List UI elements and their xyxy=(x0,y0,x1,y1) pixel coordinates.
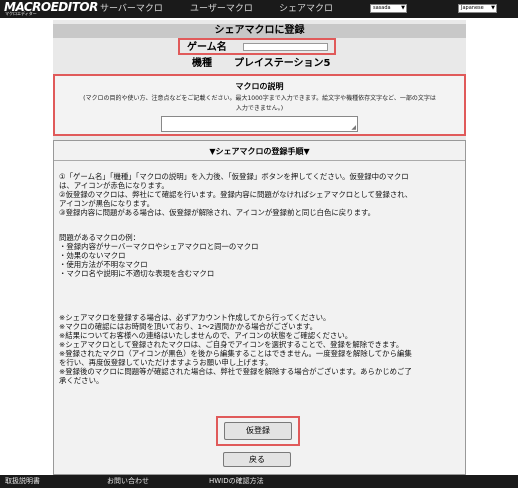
procedure-title: ▼シェアマクロの登録手順▼ xyxy=(209,147,310,156)
procedure-line: アイコンが黒色になります。 xyxy=(59,199,154,208)
procedure-line: ①「ゲーム名」「機種」「マクロの説明」を入力後、「仮登録」ボタンを押してください… xyxy=(59,172,409,181)
game-name-input[interactable] xyxy=(243,43,328,51)
nav-user-macro[interactable]: ユーザーマクロ xyxy=(190,4,253,14)
procedure-line: ※結果についてお客様への連絡はいたしませんので、アイコンの状態をご確認ください。 xyxy=(59,331,353,340)
divider xyxy=(54,160,465,161)
procedure-line: ※登録後のマクロに問題等が確認された場合は、弊社で登録を解除する場合がございます… xyxy=(59,367,412,376)
app-logo[interactable]: MACROEDITOR マクロエディター xyxy=(4,1,98,17)
procedure-line: ※マクロの確認にはお時間を頂いており、1〜2週間かかる場合がございます。 xyxy=(59,322,318,331)
procedure-line: ・効果のないマクロ xyxy=(59,251,126,260)
register-button-highlight: 仮登録 xyxy=(216,416,300,446)
language-select-value: Japanese xyxy=(461,5,484,11)
chevron-down-icon: ▼ xyxy=(491,5,495,11)
description-section: マクロの説明 (マクロの目的や使い方、注意点などをご記載ください。最大1000字… xyxy=(53,74,466,136)
top-nav-bar: MACROEDITOR マクロエディター サーバーマクロ ユーザーマクロ シェア… xyxy=(0,0,518,18)
procedure-line: を行い、再度仮登録していただけますようお願い申し上げます。 xyxy=(59,358,273,367)
procedure-line: は、アイコンが赤色になります。 xyxy=(59,181,169,190)
procedure-line: 承ください。 xyxy=(59,376,104,385)
procedure-line: ※登録されたマクロ（アイコンが黒色）を後から編集することはできません。一度登録を… xyxy=(59,349,412,358)
nav-server-macro[interactable]: サーバーマクロ xyxy=(100,4,163,14)
page-title: シェアマクロに登録 xyxy=(53,24,466,38)
description-title: マクロの説明 xyxy=(235,82,284,91)
procedure-line: ②仮登録のマクロは、弊社にて確認を行います。登録内容に問題がなければシェアマクロ… xyxy=(59,190,413,199)
user-select-value: sasada xyxy=(373,5,391,11)
language-select[interactable]: Japanese ▼ xyxy=(458,4,497,13)
register-panel: シェアマクロに登録 ゲーム名 機種 プレイステーション5 マクロの説明 (マクロ… xyxy=(53,20,466,475)
footer-bar: 取扱説明書 お問い合わせ HWIDの確認方法 xyxy=(0,475,518,488)
provisional-register-button[interactable]: 仮登録 xyxy=(224,422,292,440)
description-note-line1: (マクロの目的や使い方、注意点などをご記載ください。最大1000字まで入力できま… xyxy=(83,95,436,102)
game-name-label: ゲーム名 xyxy=(187,42,227,53)
footer-link-manual[interactable]: 取扱説明書 xyxy=(5,477,40,486)
logo-subtext: マクロエディター xyxy=(5,11,37,16)
chevron-down-icon: ▼ xyxy=(401,5,405,11)
platform-label: 機種 xyxy=(192,58,212,69)
procedure-line: 問題があるマクロの例： xyxy=(59,233,141,242)
description-note: (マクロの目的や使い方、注意点などをご記載ください。最大1000字まで入力できま… xyxy=(59,94,460,114)
procedure-line: ・使用方法が不明なマクロ xyxy=(59,260,148,269)
footer-link-contact[interactable]: お問い合わせ xyxy=(107,477,149,486)
resize-grip-icon[interactable]: ◢ xyxy=(351,125,356,131)
procedure-line: ※シェアマクロとして登録されたマクロは、ご自身でアイコンを選択することで、登録を… xyxy=(59,340,404,349)
game-name-highlight: ゲーム名 xyxy=(178,38,336,55)
footer-link-hwid[interactable]: HWIDの確認方法 xyxy=(209,477,264,486)
back-button[interactable]: 戻る xyxy=(223,452,291,467)
procedure-line: ・登録内容がサーバーマクロやシェアマクロと同一のマクロ xyxy=(59,242,259,251)
nav-share-macro[interactable]: シェアマクロ xyxy=(279,4,333,14)
procedure-line: ・マクロ名や説明に不適切な表現を含むマクロ xyxy=(59,269,215,278)
procedure-line: ※シェアマクロを登録する場合は、必ずアカウント作成してから行ってください。 xyxy=(59,313,331,322)
description-textarea[interactable]: ◢ xyxy=(161,116,358,132)
user-select[interactable]: sasada ▼ xyxy=(370,4,407,13)
procedure-line: ③登録内容に問題がある場合は、仮登録が解除され、アイコンが登録前と同じ白色に戻り… xyxy=(59,208,376,217)
description-note-line2: 入力できません。) xyxy=(235,105,284,112)
platform-value: プレイステーション5 xyxy=(234,58,331,69)
